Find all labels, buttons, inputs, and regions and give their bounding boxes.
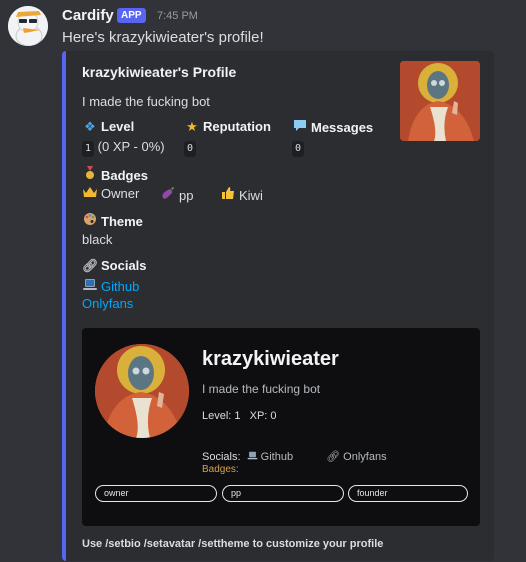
field-level: ❖ Level xyxy=(82,119,134,135)
message-timestamp: 7:45 PM xyxy=(157,10,198,22)
field-badges: Badges xyxy=(82,166,148,183)
star-icon: ★ xyxy=(186,119,198,134)
field-theme: Theme xyxy=(82,212,143,229)
message-text: Here's krazykiwieater's profile! xyxy=(62,29,264,46)
onlyfans-link[interactable]: Onlyfans xyxy=(82,296,133,311)
field-socials: 🔗︎ Socials xyxy=(82,258,147,273)
card-pill-owner: owner xyxy=(95,485,217,502)
bot-avatar[interactable] xyxy=(8,6,48,46)
embed-title: krazykiwieater's Profile xyxy=(82,64,237,80)
profile-card-image[interactable]: krazykiwieater I made the fucking bot Le… xyxy=(82,328,480,526)
link-icon: 🔗︎ xyxy=(82,258,99,273)
field-theme-value: black xyxy=(82,232,113,247)
profile-embed: krazykiwieater's Profile I made the fuck… xyxy=(62,51,494,561)
card-badges-label: Badges: xyxy=(202,464,239,475)
field-messages-value: 0 xyxy=(292,139,305,157)
reputation-code: 0 xyxy=(184,141,197,157)
card-username: krazykiwieater xyxy=(202,348,339,370)
card-pill-pp: pp xyxy=(222,485,344,502)
card-laptop-icon xyxy=(247,451,261,463)
card-avatar xyxy=(95,344,189,438)
card-pill-founder: founder xyxy=(348,485,468,502)
level-code: 1 xyxy=(82,141,95,157)
thumbs-up-icon xyxy=(220,186,236,203)
field-reputation-value: 0 xyxy=(184,139,197,157)
laptop-icon xyxy=(82,278,98,294)
diamond-icon: ❖ xyxy=(84,119,96,134)
field-level-value: 1 (0 XP - 0%) xyxy=(82,139,165,157)
eggplant-icon xyxy=(160,186,176,203)
card-link-icon: 🔗︎ xyxy=(326,451,341,463)
speech-bubble-icon xyxy=(292,119,308,135)
github-link[interactable]: Github xyxy=(101,279,139,294)
app-tag: APP xyxy=(117,8,146,23)
badge-pp: pp xyxy=(160,186,193,203)
field-messages: Messages xyxy=(292,119,373,135)
crown-icon xyxy=(82,186,98,201)
social-github[interactable]: Github xyxy=(82,278,139,296)
embed-thumbnail[interactable] xyxy=(400,61,480,141)
medal-icon xyxy=(82,166,98,183)
palette-icon xyxy=(82,212,98,229)
badge-owner: Owner xyxy=(82,186,139,201)
card-level-xp: Level: 1 XP: 0 xyxy=(202,410,277,422)
card-bio: I made the fucking bot xyxy=(202,382,321,396)
messages-code: 0 xyxy=(292,141,305,157)
bot-name[interactable]: Cardify xyxy=(62,7,114,24)
card-socials: Socials: Github 🔗︎ Onlyfans xyxy=(202,451,387,463)
embed-footer: Use /setbio /setavatar /settheme to cust… xyxy=(82,538,384,550)
badge-kiwi: Kiwi xyxy=(220,186,263,203)
field-reputation: ★ Reputation xyxy=(184,119,271,135)
embed-description: I made the fucking bot xyxy=(82,94,210,109)
level-xp-suffix: (0 XP - 0%) xyxy=(97,139,165,154)
